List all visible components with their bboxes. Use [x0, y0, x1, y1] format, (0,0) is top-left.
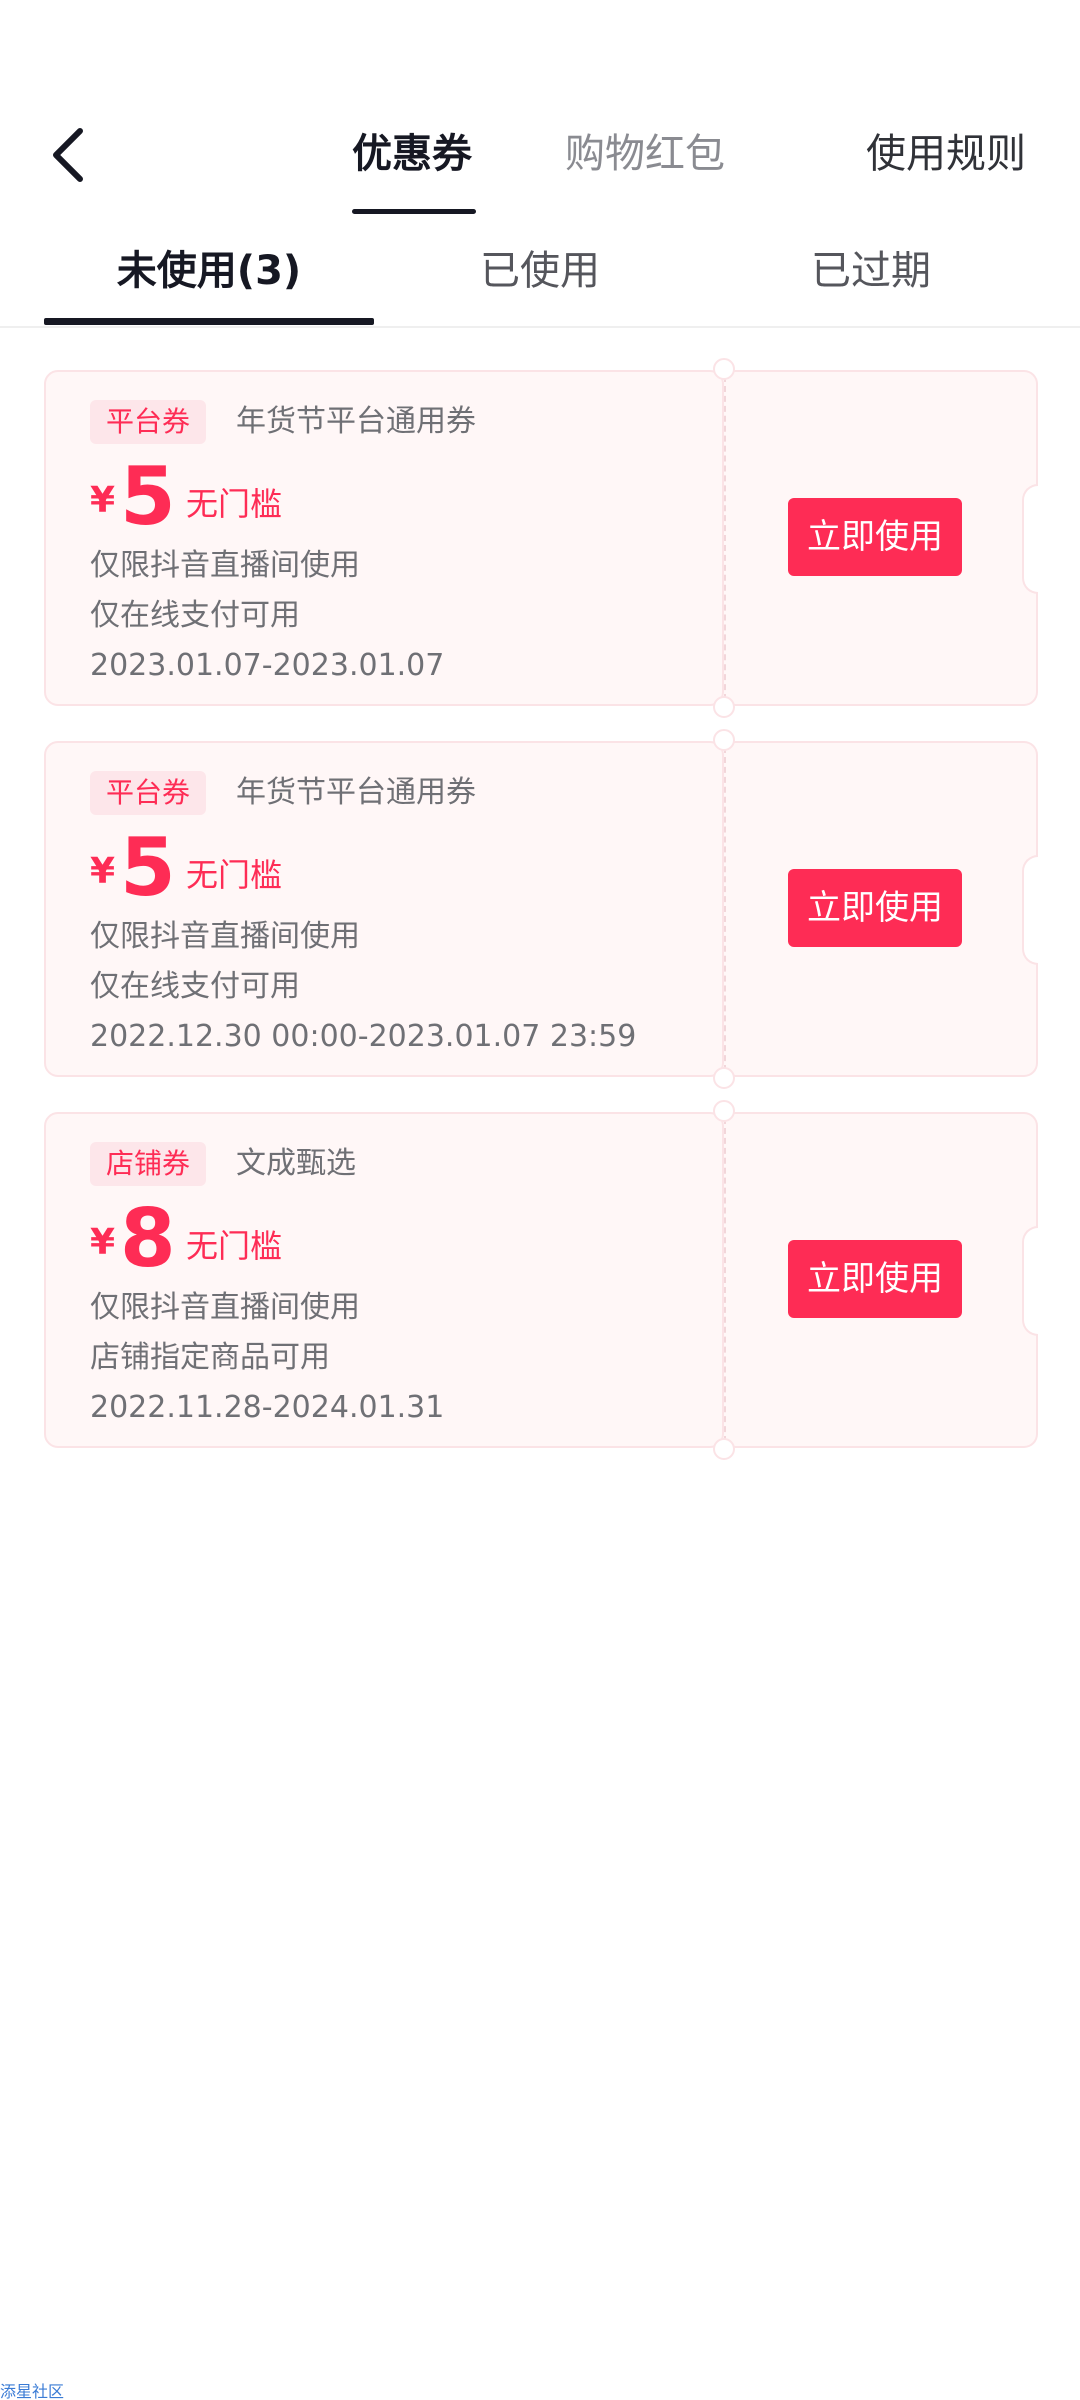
coupon-threshold: 无门槛	[186, 1227, 283, 1265]
divider-notch-bottom	[713, 1067, 735, 1089]
subtab-expired[interactable]: 已过期	[706, 236, 1036, 324]
active-tab-indicator	[352, 209, 476, 214]
card-edge-notch	[1022, 484, 1038, 594]
currency-symbol: ¥	[90, 1222, 116, 1263]
coupon-card: 平台券 年货节平台通用券 ¥ 5 无门槛 仅限抖音直播间使用 仅在线支付可用 2…	[44, 729, 1038, 1089]
top-nav-bar: 优惠券 购物红包 使用规则	[0, 0, 1080, 220]
subtab-unused[interactable]: 未使用(3)	[44, 236, 374, 324]
use-now-button[interactable]: 立即使用	[788, 869, 962, 947]
coupon-card: 平台券 年货节平台通用券 ¥ 5 无门槛 仅限抖音直播间使用 仅在线支付可用 2…	[44, 358, 1038, 718]
coupon-amount: 8	[120, 1192, 176, 1285]
coupon-validity: 2022.11.28-2024.01.31	[90, 1390, 445, 1425]
tab-coupons[interactable]: 优惠券	[352, 124, 472, 184]
active-subtab-indicator	[44, 318, 374, 325]
coupon-scope-note: 店铺指定商品可用	[90, 1340, 330, 1375]
divider-notch-top	[713, 358, 735, 380]
coupon-threshold: 无门槛	[186, 856, 283, 894]
coupon-threshold: 无门槛	[186, 485, 283, 523]
divider-notch-top	[713, 729, 735, 751]
coupon-amount: 5	[120, 450, 176, 543]
use-now-button[interactable]: 立即使用	[788, 1240, 962, 1318]
coupon-divider	[724, 747, 726, 1071]
back-button[interactable]	[40, 120, 96, 190]
watermark: 添星社区	[0, 2382, 65, 2400]
use-now-button[interactable]: 立即使用	[788, 498, 962, 576]
divider-notch-bottom	[713, 1438, 735, 1460]
coupon-type-badge: 店铺券	[90, 1142, 207, 1186]
coupon-page: 优惠券 购物红包 使用规则 未使用(3) 已使用 已过期 平台券 年货节平台通用…	[0, 0, 1080, 2400]
divider-notch-top	[713, 1100, 735, 1122]
coupon-card: 店铺券 文成甄选 ¥ 8 无门槛 仅限抖音直播间使用 店铺指定商品可用 2022…	[44, 1100, 1038, 1460]
coupon-type-badge: 平台券	[90, 771, 207, 815]
coupon-amount: 5	[120, 821, 176, 914]
currency-symbol: ¥	[90, 480, 116, 521]
coupon-info-section: 平台券 年货节平台通用券 ¥ 5 无门槛 仅限抖音直播间使用 仅在线支付可用 2…	[44, 741, 724, 1077]
coupon-payment-note: 仅在线支付可用	[90, 969, 300, 1004]
subtab-used[interactable]: 已使用	[375, 236, 705, 324]
coupon-title: 文成甄选	[236, 1146, 356, 1181]
coupon-validity: 2023.01.07-2023.01.07	[90, 648, 445, 683]
coupon-restriction: 仅限抖音直播间使用	[90, 919, 360, 954]
coupon-restriction: 仅限抖音直播间使用	[90, 1290, 360, 1325]
coupon-divider	[724, 376, 726, 700]
card-edge-notch	[1022, 1226, 1038, 1336]
coupon-title: 年货节平台通用券	[236, 775, 476, 810]
coupon-info-section: 平台券 年货节平台通用券 ¥ 5 无门槛 仅限抖音直播间使用 仅在线支付可用 2…	[44, 370, 724, 706]
coupon-payment-note: 仅在线支付可用	[90, 598, 300, 633]
chevron-left-icon	[53, 128, 83, 182]
currency-symbol: ¥	[90, 851, 116, 892]
coupon-type-badge: 平台券	[90, 400, 207, 444]
divider-notch-bottom	[713, 696, 735, 718]
tab-red-packets[interactable]: 购物红包	[565, 124, 725, 184]
tab-usage-rules[interactable]: 使用规则	[866, 124, 1026, 184]
coupon-validity: 2022.12.30 00:00-2023.01.07 23:59	[90, 1019, 637, 1054]
card-edge-notch	[1022, 855, 1038, 965]
coupon-title: 年货节平台通用券	[236, 404, 476, 439]
coupon-restriction: 仅限抖音直播间使用	[90, 548, 360, 583]
coupon-status-tabs: 未使用(3) 已使用 已过期	[0, 236, 1080, 328]
coupon-divider	[724, 1118, 726, 1442]
coupon-info-section: 店铺券 文成甄选 ¥ 8 无门槛 仅限抖音直播间使用 店铺指定商品可用 2022…	[44, 1112, 724, 1448]
